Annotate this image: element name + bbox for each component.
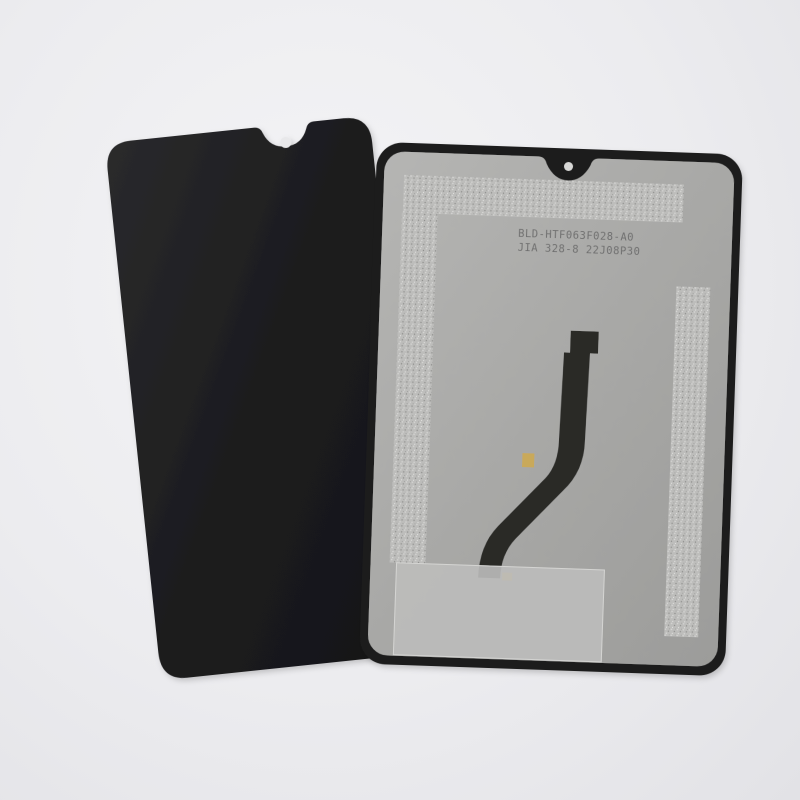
product-photo: BLD-HTF063F028-A0 JIA 328-8 22J08P30 [107,118,743,678]
protective-film [393,562,605,662]
flex-connector [521,453,535,468]
lcd-screen-back: BLD-HTF063F028-A0 JIA 328-8 22J08P30 [359,142,743,676]
